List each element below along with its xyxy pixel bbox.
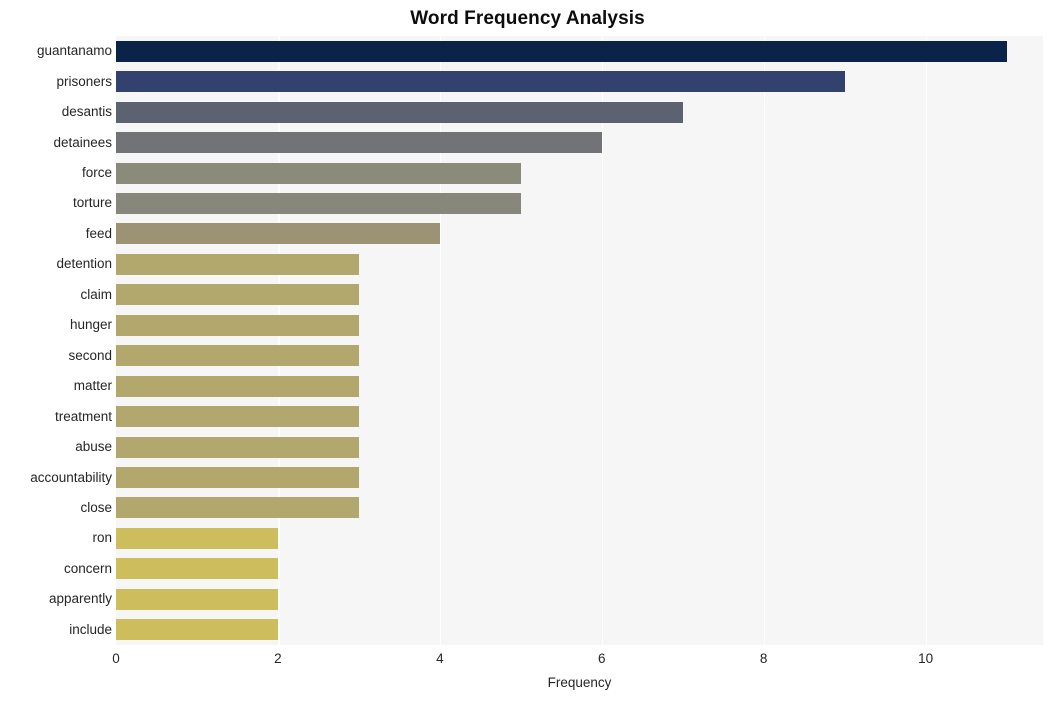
page-title: Word Frequency Analysis (410, 8, 645, 29)
bar-treatment[interactable] (116, 406, 359, 428)
x-axis-title: Frequency (547, 675, 612, 690)
bar-prisoners[interactable] (116, 71, 845, 93)
y-tick-label-second: second (68, 347, 112, 363)
x-tick-label-2: 2 (274, 651, 282, 666)
x-tick-label-0: 0 (112, 651, 120, 666)
bar-guantanamo[interactable] (116, 40, 1007, 62)
bar-include[interactable] (116, 619, 278, 641)
word-frequency-chart-figure: Word Frequency Analysis guantanamo prison… (0, 0, 1055, 701)
bar-detention[interactable] (116, 253, 359, 275)
y-tick-label-claim: claim (80, 286, 112, 302)
y-tick-label-ron: ron (92, 530, 112, 546)
y-tick-label-force: force (81, 165, 112, 181)
bar-detainees[interactable] (116, 132, 602, 154)
bar-accountability[interactable] (116, 467, 359, 489)
bar-force[interactable] (116, 162, 521, 184)
y-tick-label-apparently: apparently (48, 591, 112, 607)
bars-group (116, 36, 1043, 645)
x-tick-label-8: 8 (759, 651, 768, 666)
x-tick-label-6: 6 (597, 651, 606, 666)
y-tick-label-include: include (69, 621, 112, 637)
y-tick-label-matter: matter (73, 378, 112, 394)
y-tick-label-prisoners: prisoners (56, 73, 112, 89)
bar-hunger[interactable] (116, 314, 359, 336)
bar-ron[interactable] (116, 527, 278, 549)
y-tick-label-detainees: detainees (53, 134, 112, 150)
y-tick-label-concern: concern (63, 560, 112, 576)
x-tick-label-4: 4 (436, 651, 444, 666)
bar-abuse[interactable] (116, 436, 359, 458)
x-tick-label-10: 10 (918, 651, 934, 666)
y-tick-label-torture: torture (72, 195, 112, 211)
bar-feed[interactable] (116, 223, 440, 245)
y-tick-label-treatment: treatment (54, 408, 112, 424)
y-tick-label-hunger: hunger (69, 317, 112, 333)
y-tick-label-feed: feed (85, 225, 112, 241)
y-tick-label-detention: detention (56, 256, 112, 272)
y-axis-tick-labels: guantanamo prisoners desantis detainees forc… (0, 36, 112, 645)
bar-concern[interactable] (116, 558, 278, 580)
y-tick-label-guantanamo: guantanamo (36, 43, 112, 59)
bar-second[interactable] (116, 345, 359, 367)
bar-close[interactable] (116, 497, 359, 519)
bar-claim[interactable] (116, 284, 359, 306)
bar-matter[interactable] (116, 375, 359, 397)
y-tick-label-desantis: desantis (61, 104, 112, 120)
y-tick-label-accountability: accountability (30, 469, 112, 485)
bar-torture[interactable] (116, 192, 521, 214)
x-axis-tick-labels: 0 2 4 6 8 10 (112, 645, 1043, 675)
bar-desantis[interactable] (116, 101, 683, 123)
bar-apparently[interactable] (116, 588, 278, 610)
y-tick-label-abuse: abuse (75, 439, 112, 455)
y-tick-label-close: close (80, 499, 112, 515)
